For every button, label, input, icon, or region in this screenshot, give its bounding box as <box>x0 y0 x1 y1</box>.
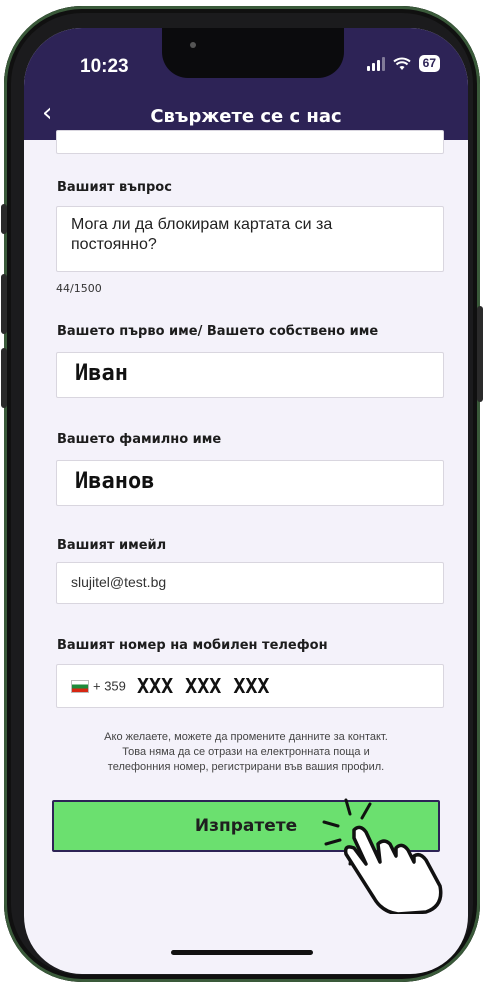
note-line-2: Това няма да се отрази на електронната п… <box>122 746 370 758</box>
battery-icon: 67 <box>418 55 440 72</box>
question-text-line1: Мога ли да блокирам картата си за <box>71 216 333 233</box>
contact-note: Ако желаете, можете да промените данните… <box>48 730 444 775</box>
dynamic-island <box>162 28 344 78</box>
phone-field[interactable]: + 359 XXX XXX XXX <box>56 664 444 708</box>
first-name-value: Иван <box>75 361 128 386</box>
tap-hand-icon <box>322 798 443 914</box>
last-name-label: Вашето фамилно име <box>57 432 222 447</box>
page-title: Свържете се с нас <box>150 106 342 127</box>
question-char-counter: 44/1500 <box>56 282 102 295</box>
mute-switch <box>1 204 7 234</box>
first-name-field[interactable]: Иван <box>56 352 444 398</box>
phone-value: XXX XXX XXX <box>137 674 270 698</box>
phone-label: Вашият номер на мобилен телефон <box>57 638 328 653</box>
signal-icon <box>366 56 385 71</box>
previous-field[interactable] <box>56 130 444 154</box>
note-line-1: Ако желаете, можете да промените данните… <box>104 731 388 743</box>
email-value: slujitel@test.bg <box>71 574 167 590</box>
question-label: Вашият въпрос <box>57 180 172 195</box>
wifi-icon <box>392 57 411 70</box>
last-name-value: Иванов <box>75 469 155 494</box>
bulgaria-flag-icon <box>71 679 89 693</box>
note-line-3: телефонния номер, регистрирани във вашия… <box>107 761 385 773</box>
volume-up-button <box>1 274 7 334</box>
email-label: Вашият имейл <box>57 538 167 553</box>
last-name-field[interactable]: Иванов <box>56 460 444 506</box>
app-header: 10:23 67 ‹ Свържете се с нас <box>24 28 468 140</box>
question-textarea[interactable]: Мога ли да блокирам картата си за постоя… <box>56 206 444 272</box>
power-button <box>477 306 483 402</box>
question-text-line2: постоянно? <box>71 236 157 253</box>
status-time: 10:23 <box>80 56 129 77</box>
email-field[interactable]: slujitel@test.bg <box>56 562 444 604</box>
home-indicator[interactable] <box>171 950 313 955</box>
status-icons: 67 <box>366 55 440 72</box>
phone-prefix: + 359 <box>93 678 126 694</box>
volume-down-button <box>1 348 7 408</box>
first-name-label: Вашето първо име/ Вашето собствено име <box>57 324 379 339</box>
camera-dot <box>190 42 196 48</box>
